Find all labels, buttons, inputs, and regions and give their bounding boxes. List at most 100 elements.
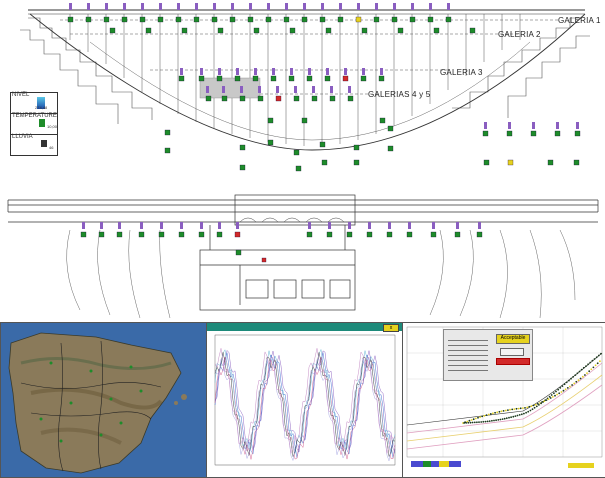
analysis-window[interactable]: Acceptable [402,322,605,478]
pendulum-icon[interactable] [362,68,365,75]
green-sensor-icon[interactable] [253,27,260,34]
green-sensor-icon[interactable] [139,16,146,23]
pendulum-icon[interactable] [576,122,579,129]
green-sensor-icon[interactable] [547,159,554,166]
pendulum-icon[interactable] [195,3,198,10]
green-sensor-icon[interactable] [247,16,254,23]
pendulum-icon[interactable] [69,3,72,10]
green-sensor-icon[interactable] [103,16,110,23]
pendulum-icon[interactable] [258,86,261,93]
pendulum-icon[interactable] [456,222,459,229]
pendulum-icon[interactable] [294,86,297,93]
green-sensor-icon[interactable] [239,164,246,171]
green-sensor-icon[interactable] [397,27,404,34]
pendulum-icon[interactable] [218,68,221,75]
green-sensor-icon[interactable] [267,139,274,146]
pendulum-icon[interactable] [231,3,234,10]
green-sensor-icon[interactable] [98,231,105,238]
pendulum-icon[interactable] [532,122,535,129]
pendulum-icon[interactable] [411,3,414,10]
pendulum-icon[interactable] [180,222,183,229]
green-sensor-icon[interactable] [379,117,386,124]
pendulum-icon[interactable] [312,86,315,93]
green-sensor-icon[interactable] [329,95,336,102]
green-sensor-icon[interactable] [324,75,331,82]
green-sensor-icon[interactable] [234,231,241,238]
pendulum-icon[interactable] [328,222,331,229]
green-sensor-icon[interactable] [175,16,182,23]
green-sensor-icon[interactable] [145,27,152,34]
green-sensor-icon[interactable] [482,130,489,137]
green-sensor-icon[interactable] [67,16,74,23]
pendulum-icon[interactable] [285,3,288,10]
green-sensor-icon[interactable] [342,75,349,82]
green-sensor-icon[interactable] [85,16,92,23]
pendulum-icon[interactable] [213,3,216,10]
pendulum-icon[interactable] [368,222,371,229]
green-sensor-icon[interactable] [205,95,212,102]
green-sensor-icon[interactable] [311,95,318,102]
lluvia-legend[interactable]: LLUVIA 46 [10,134,58,156]
pendulum-icon[interactable] [308,222,311,229]
green-sensor-icon[interactable] [387,145,394,152]
green-sensor-icon[interactable] [469,27,476,34]
green-sensor-icon[interactable] [138,231,145,238]
green-sensor-icon[interactable] [198,231,205,238]
green-sensor-icon[interactable] [326,231,333,238]
green-sensor-icon[interactable] [229,16,236,23]
green-sensor-icon[interactable] [234,75,241,82]
pendulum-icon[interactable] [408,222,411,229]
pendulum-icon[interactable] [82,222,85,229]
green-sensor-icon[interactable] [366,231,373,238]
pendulum-icon[interactable] [432,222,435,229]
green-sensor-icon[interactable] [346,231,353,238]
iberian-peninsula-map[interactable] [0,322,207,478]
green-sensor-icon[interactable] [355,16,362,23]
pendulum-icon[interactable] [348,86,351,93]
acceptable-button[interactable]: Acceptable [496,334,530,344]
pendulum-icon[interactable] [206,86,209,93]
green-sensor-icon[interactable] [80,231,87,238]
green-sensor-icon[interactable] [239,95,246,102]
pendulum-icon[interactable] [308,68,311,75]
pendulum-icon[interactable] [118,222,121,229]
red-sensor-icon[interactable] [261,257,267,263]
green-sensor-icon[interactable] [295,165,302,172]
pendulum-icon[interactable] [330,86,333,93]
pendulum-icon[interactable] [447,3,450,10]
pendulum-icon[interactable] [388,222,391,229]
green-sensor-icon[interactable] [319,16,326,23]
pendulum-icon[interactable] [508,122,511,129]
pendulum-icon[interactable] [218,222,221,229]
green-sensor-icon[interactable] [158,231,165,238]
pendulum-icon[interactable] [326,68,329,75]
pendulum-icon[interactable] [100,222,103,229]
pendulum-icon[interactable] [276,86,279,93]
green-sensor-icon[interactable] [252,75,259,82]
green-sensor-icon[interactable] [373,16,380,23]
pendulum-icon[interactable] [321,3,324,10]
green-sensor-icon[interactable] [275,95,282,102]
green-sensor-icon[interactable] [530,130,537,137]
green-sensor-icon[interactable] [178,75,185,82]
green-sensor-icon[interactable] [293,95,300,102]
pendulum-icon[interactable] [344,68,347,75]
green-sensor-icon[interactable] [301,16,308,23]
green-sensor-icon[interactable] [483,159,490,166]
green-sensor-icon[interactable] [270,75,277,82]
green-sensor-icon[interactable] [306,231,313,238]
green-sensor-icon[interactable] [325,27,332,34]
green-sensor-icon[interactable] [319,141,326,148]
green-sensor-icon[interactable] [164,147,171,154]
pendulum-icon[interactable] [222,86,225,93]
green-sensor-icon[interactable] [293,149,300,156]
pendulum-icon[interactable] [267,3,270,10]
pendulum-icon[interactable] [141,3,144,10]
pendulum-icon[interactable] [236,222,239,229]
green-sensor-icon[interactable] [506,130,513,137]
green-sensor-icon[interactable] [198,75,205,82]
green-sensor-icon[interactable] [211,16,218,23]
pendulum-icon[interactable] [160,222,163,229]
green-sensor-icon[interactable] [267,117,274,124]
pendulum-icon[interactable] [393,3,396,10]
